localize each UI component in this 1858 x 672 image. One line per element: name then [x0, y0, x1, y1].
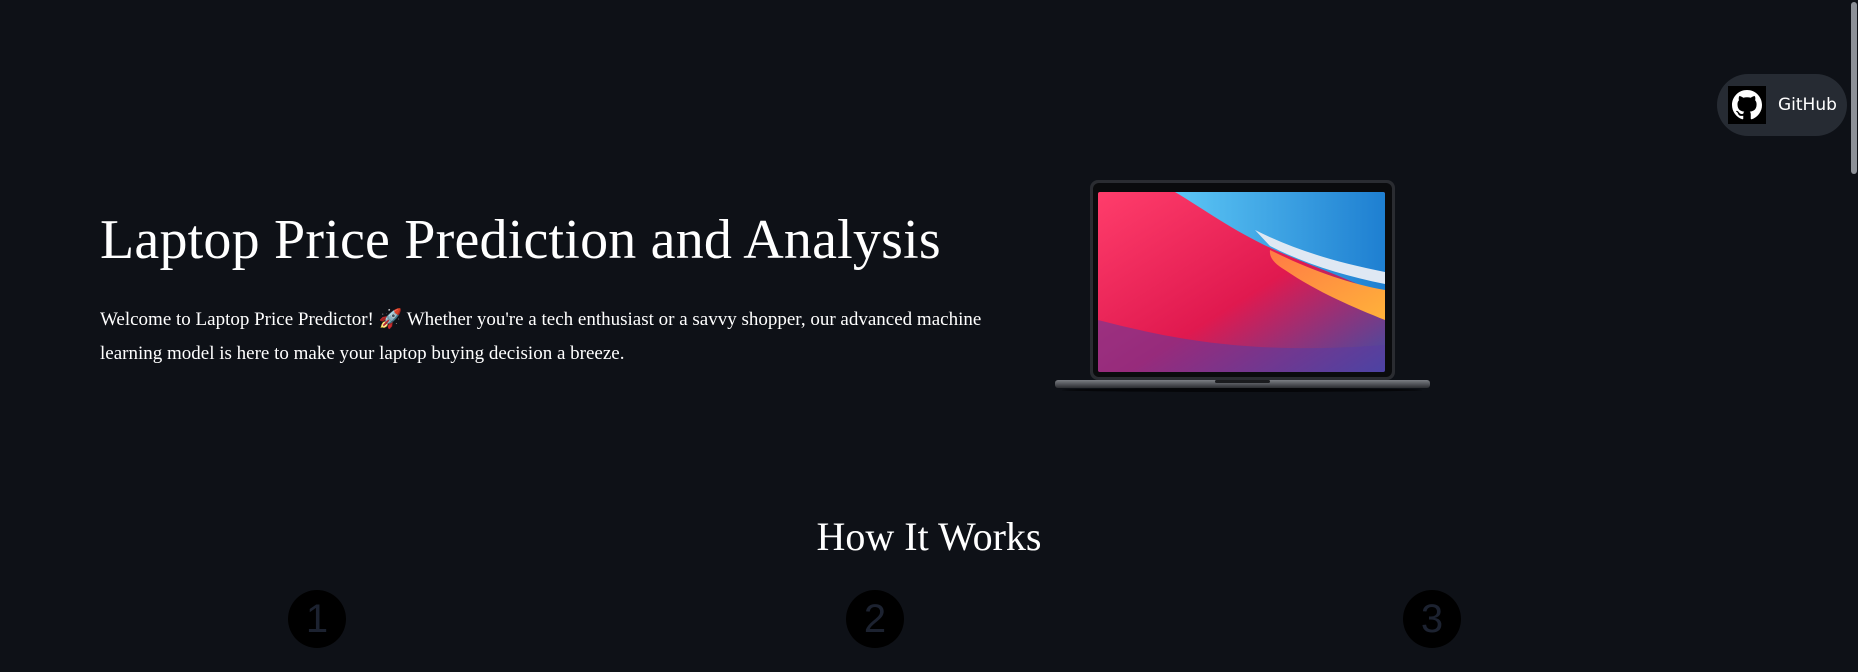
hero-description-text-1: Welcome to Laptop Price Predictor!	[100, 309, 379, 330]
step-3-badge: 3	[1403, 590, 1461, 648]
step-2-badge: 2	[846, 590, 904, 648]
github-icon	[1728, 86, 1766, 124]
github-button-label: GitHub	[1778, 95, 1837, 115]
step-1-badge: 1	[288, 590, 346, 648]
page-title: Laptop Price Prediction and Analysis	[100, 209, 941, 271]
rocket-icon: 🚀	[378, 309, 403, 330]
page-scrollbar[interactable]	[1850, 0, 1858, 672]
scrollbar-thumb[interactable]	[1851, 2, 1857, 174]
hero-section: Laptop Price Prediction and Analysis Wel…	[100, 205, 1000, 371]
laptop-image	[1055, 180, 1430, 392]
hero-description: Welcome to Laptop Price Predictor! 🚀 Whe…	[100, 303, 990, 371]
how-it-works-title: How It Works	[816, 514, 1042, 559]
github-button[interactable]: GitHub	[1717, 74, 1847, 136]
